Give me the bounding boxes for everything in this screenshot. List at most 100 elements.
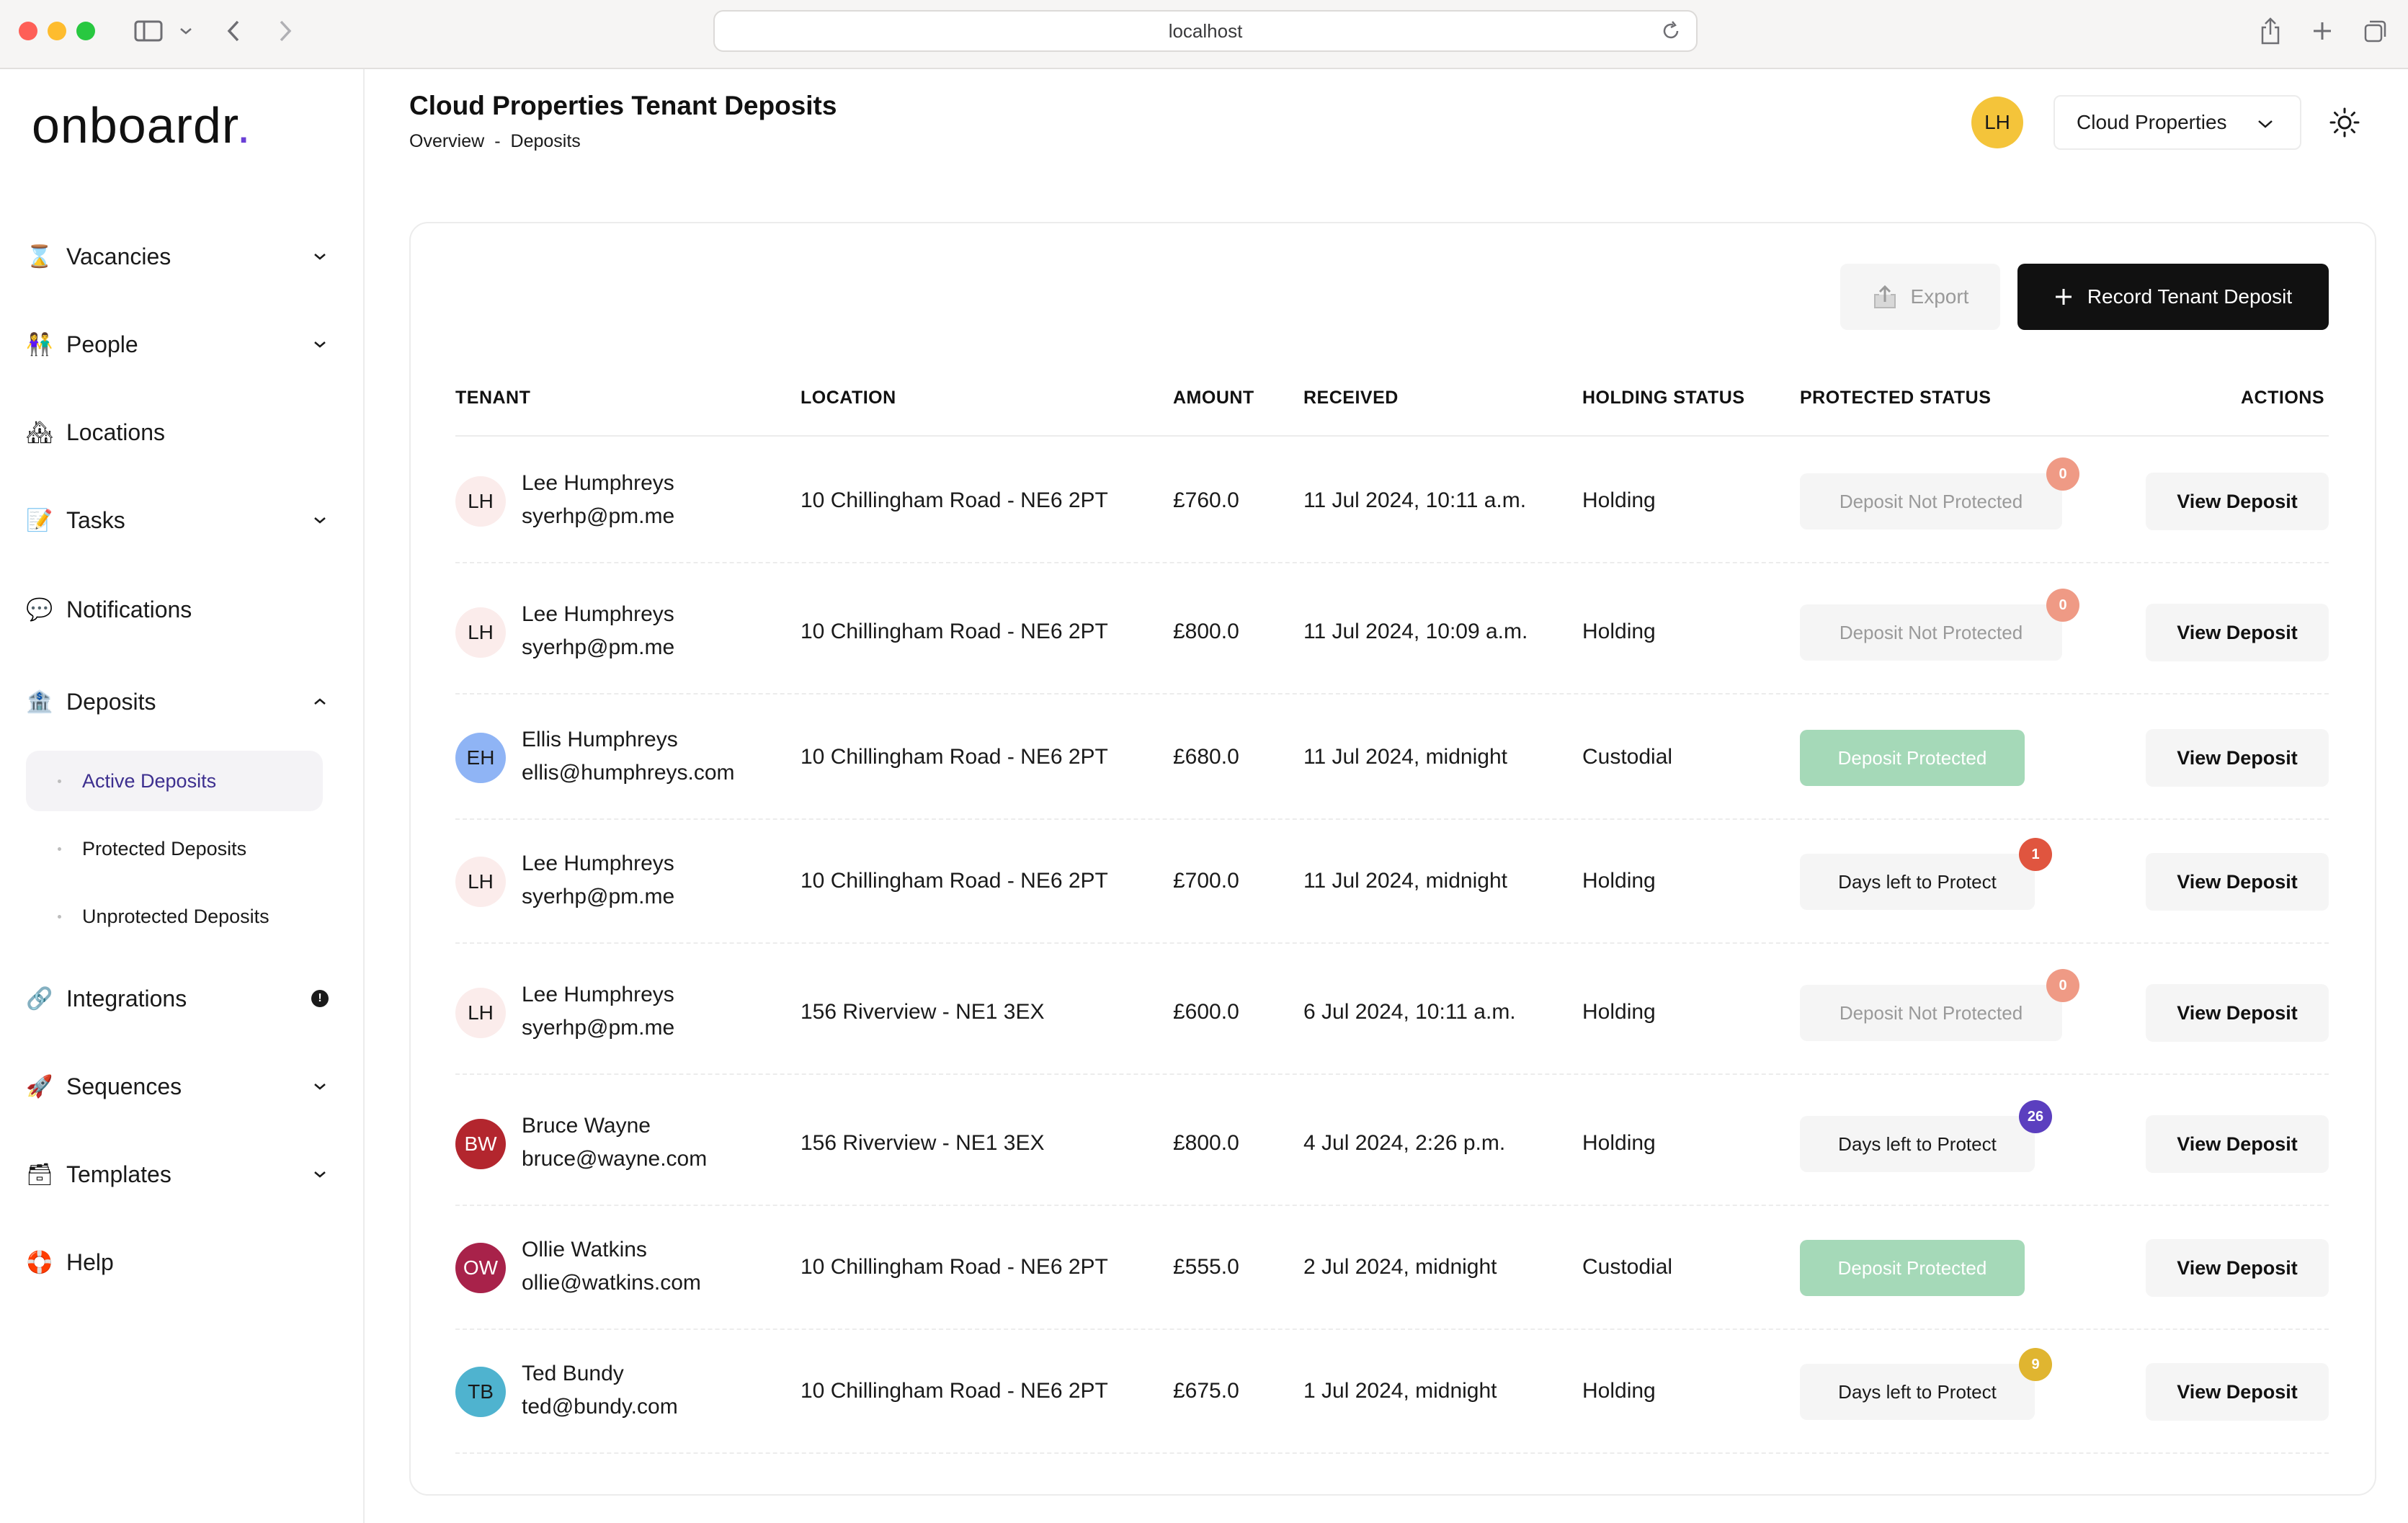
tenant-name[interactable]: Bruce Wayne	[522, 1109, 651, 1143]
rocket-icon: 🚀	[26, 1074, 53, 1099]
card-box-icon: 🗃	[26, 1162, 54, 1187]
sidebar-item-integrations[interactable]: 🔗 Integrations !	[26, 977, 329, 1020]
received-cell: 6 Jul 2024, 10:11 a.m.	[1303, 1000, 1516, 1024]
tenant-avatar: EH	[455, 733, 506, 783]
tenant-name[interactable]: Ollie Watkins	[522, 1233, 647, 1267]
address-bar[interactable]: localhost	[713, 10, 1698, 52]
back-icon[interactable]	[220, 16, 246, 46]
bullet-icon	[58, 780, 61, 783]
sidebar-item-notifications[interactable]: 💬 Notifications	[26, 588, 329, 631]
chevron-down-icon[interactable]	[176, 16, 196, 46]
organization-select[interactable]: Cloud Properties	[2054, 95, 2301, 150]
sidebar-item-label: Help	[66, 1249, 114, 1275]
table-row: LH Lee Humphreys syerhp@pm.me 10 Chillin…	[455, 820, 2329, 944]
sidebar-subitem-unprotected-deposits[interactable]: Unprotected Deposits	[26, 886, 323, 947]
forward-icon[interactable]	[272, 16, 298, 46]
column-header-received: RECEIVED	[1303, 388, 1399, 408]
new-tab-icon[interactable]	[2306, 16, 2339, 46]
location-cell: 156 Riverview - NE1 3EX	[801, 1131, 1045, 1155]
tenant-name[interactable]: Lee Humphreys	[522, 467, 674, 500]
view-deposit-button[interactable]: View Deposit	[2146, 984, 2329, 1042]
link-icon: 🔗	[26, 986, 53, 1011]
sidebar-item-deposits[interactable]: 🏦 Deposits	[26, 680, 329, 723]
table-row: LH Lee Humphreys syerhp@pm.me 10 Chillin…	[455, 571, 2329, 694]
lifebuoy-icon: 🛟	[26, 1250, 53, 1274]
user-avatar[interactable]: LH	[1971, 97, 2023, 148]
sidebar-item-vacancies[interactable]: ⌛ Vacancies	[26, 235, 329, 278]
chevron-down-icon	[311, 1166, 329, 1183]
tenant-name[interactable]: Lee Humphreys	[522, 847, 674, 880]
view-deposit-button[interactable]: View Deposit	[2146, 853, 2329, 911]
breadcrumb-deposits[interactable]: Deposits	[511, 131, 581, 152]
sidebar-item-sequences[interactable]: 🚀 Sequences	[26, 1065, 329, 1108]
view-deposit-button[interactable]: View Deposit	[2146, 729, 2329, 787]
chevron-down-icon	[2257, 115, 2274, 133]
holding-status-cell: Holding	[1582, 1000, 1656, 1024]
sidebar-item-label: Deposits	[66, 688, 156, 715]
close-window-button[interactable]	[19, 22, 37, 40]
reload-icon[interactable]	[1660, 20, 1682, 47]
holding-status-cell: Custodial	[1582, 745, 1673, 769]
sidebar-subitem-protected-deposits[interactable]: Protected Deposits	[26, 818, 323, 879]
zoom-window-button[interactable]	[76, 22, 95, 40]
amount-cell: £555.0	[1173, 1255, 1239, 1279]
view-deposit-button[interactable]: View Deposit	[2146, 473, 2329, 530]
status-count-badge: 0	[2046, 969, 2079, 1002]
tenant-email: syerhp@pm.me	[522, 885, 675, 908]
received-cell: 11 Jul 2024, midnight	[1303, 869, 1507, 893]
record-tenant-deposit-button[interactable]: Record Tenant Deposit	[2017, 264, 2329, 330]
minimize-window-button[interactable]	[48, 22, 66, 40]
tenant-avatar: LH	[455, 988, 506, 1038]
sidebar-item-label: People	[66, 331, 138, 357]
received-cell: 4 Jul 2024, 2:26 p.m.	[1303, 1131, 1506, 1155]
logo-text: onboardr	[32, 97, 237, 153]
protected-status-badge: Deposit Not Protected	[1800, 985, 2062, 1041]
tab-overview-icon[interactable]	[2359, 16, 2392, 46]
sidebar-item-label: Vacancies	[66, 243, 171, 269]
browser-toolbar: localhost	[0, 0, 2408, 69]
amount-cell: £800.0	[1173, 620, 1239, 643]
sidebar-item-people[interactable]: 👫 People	[26, 323, 329, 366]
tenant-name[interactable]: Ted Bundy	[522, 1357, 624, 1390]
tenant-email: ellis@humphreys.com	[522, 761, 735, 785]
bullet-icon	[58, 915, 61, 919]
view-deposit-button[interactable]: View Deposit	[2146, 1363, 2329, 1421]
sidebar-item-templates[interactable]: 🗃 Templates	[26, 1153, 329, 1196]
hourglass-icon: ⌛	[26, 244, 53, 269]
tenant-name[interactable]: Lee Humphreys	[522, 598, 674, 631]
view-deposit-button[interactable]: View Deposit	[2146, 1239, 2329, 1297]
location-cell: 10 Chillingham Road - NE6 2PT	[801, 488, 1108, 512]
sidebar-toggle-icon[interactable]	[131, 16, 166, 46]
sidebar-subitem-active-deposits[interactable]: Active Deposits	[26, 751, 323, 811]
protected-status-badge: Days left to Protect	[1800, 1116, 2035, 1172]
tenant-name[interactable]: Ellis Humphreys	[522, 723, 678, 756]
column-header-amount: AMOUNT	[1173, 388, 1254, 408]
location-cell: 10 Chillingham Road - NE6 2PT	[801, 1255, 1108, 1279]
sidebar-item-label: Integrations	[66, 985, 187, 1011]
sidebar-item-locations[interactable]: 🏘 Locations	[26, 411, 329, 454]
breadcrumb: Overview - Deposits	[409, 131, 581, 152]
status-count-badge: 0	[2046, 589, 2079, 622]
status-count-badge: 1	[2019, 838, 2052, 871]
theme-toggle[interactable]	[2326, 104, 2363, 141]
amount-cell: £600.0	[1173, 1000, 1239, 1024]
holding-status-cell: Holding	[1582, 1131, 1656, 1155]
view-deposit-button[interactable]: View Deposit	[2146, 604, 2329, 661]
view-deposit-button[interactable]: View Deposit	[2146, 1115, 2329, 1173]
breadcrumb-overview[interactable]: Overview	[409, 131, 484, 152]
sidebar-item-help[interactable]: 🛟 Help	[26, 1241, 329, 1284]
chevron-down-icon	[311, 512, 329, 529]
column-header-actions: ACTIONS	[2241, 388, 2324, 408]
share-icon[interactable]	[2254, 16, 2287, 46]
sidebar-subitem-label: Protected Deposits	[82, 837, 247, 859]
tenant-avatar: LH	[455, 857, 506, 907]
tenant-name[interactable]: Lee Humphreys	[522, 978, 674, 1011]
row-divider	[455, 693, 2329, 694]
location-cell: 10 Chillingham Road - NE6 2PT	[801, 745, 1108, 769]
sidebar-item-tasks[interactable]: 📝 Tasks	[26, 499, 329, 542]
app-logo[interactable]: onboardr.	[32, 97, 251, 154]
chevron-down-icon	[311, 248, 329, 265]
received-cell: 11 Jul 2024, midnight	[1303, 745, 1507, 769]
export-button[interactable]: Export	[1840, 264, 2000, 330]
tenant-email: syerhp@pm.me	[522, 1016, 675, 1040]
